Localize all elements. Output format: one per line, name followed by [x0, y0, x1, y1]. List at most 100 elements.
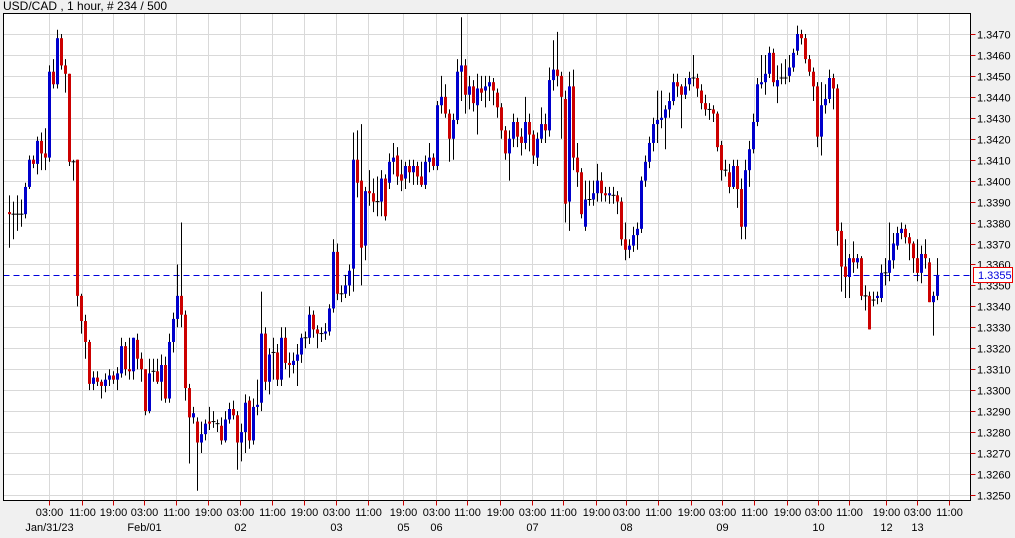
- date-label: Jan/31/23: [25, 522, 73, 534]
- candle-body-down: [500, 107, 503, 131]
- candle-body-down: [40, 140, 43, 154]
- candle-body-down: [704, 103, 707, 110]
- candle-body-down: [520, 136, 523, 143]
- candle-body-down: [52, 71, 55, 85]
- candle-body-up: [664, 109, 667, 118]
- candlestick-chart[interactable]: 1.3250 1.3260 1.3270 1.3280 1.3290 1.3300 1.33…: [0, 0, 1015, 538]
- candle-body-up: [536, 138, 539, 158]
- candle-body-down: [624, 239, 627, 250]
- candle-body-up: [328, 308, 331, 332]
- candle-body-up: [132, 337, 135, 372]
- candle-body-up: [900, 228, 903, 234]
- candle-body-down: [444, 96, 447, 114]
- candle-body-down: [844, 266, 847, 278]
- candle-body-down: [580, 172, 583, 215]
- candle-body-down: [184, 314, 187, 389]
- candle-body-up: [596, 180, 599, 194]
- candle-body-down: [288, 362, 291, 366]
- candle-body-up: [568, 86, 571, 202]
- candle-body-up: [660, 117, 663, 120]
- candle-body-up: [388, 161, 391, 183]
- candle-body-up: [168, 341, 171, 399]
- date-label: 02: [234, 522, 246, 534]
- candle: [336, 243, 339, 301]
- candle-body-down: [736, 165, 739, 190]
- time-tick-label: 03:00: [613, 507, 641, 519]
- candle-body-up: [148, 373, 151, 412]
- candle-body-down: [464, 65, 467, 95]
- time-tick-label: 11:00: [550, 507, 577, 519]
- price-tick-label: 1.3250: [977, 491, 1011, 503]
- candle-body-down: [136, 339, 139, 359]
- time-tick-label: 19:00: [100, 507, 128, 519]
- candle: [68, 73, 71, 166]
- candle-body-down: [816, 86, 819, 137]
- candle-body-down: [276, 352, 279, 380]
- candle: [620, 197, 623, 246]
- candle-body-down: [772, 52, 775, 83]
- candle-body-down: [728, 172, 731, 187]
- candle-body-up: [856, 258, 859, 263]
- time-tick-label: 11:00: [69, 507, 96, 519]
- date-label: 13: [911, 522, 923, 534]
- price-tick-label: 1.3270: [977, 449, 1011, 461]
- time-tick-label: 03:00: [904, 507, 932, 519]
- candle-body-down: [124, 346, 127, 370]
- candle-body-up: [424, 161, 427, 185]
- candle-body-up: [452, 119, 455, 139]
- time-tick-label: 03:00: [227, 507, 255, 519]
- candle-body-down: [504, 130, 507, 154]
- candle-body-up: [108, 375, 111, 380]
- candle-body-down: [528, 121, 531, 135]
- time-tick-label: 03:00: [709, 507, 737, 519]
- candle-body-down: [516, 121, 519, 137]
- candle-body-up: [688, 77, 691, 85]
- candle-body-up: [240, 432, 243, 443]
- candle-body-up: [300, 337, 303, 355]
- time-tick-label: 11:00: [454, 507, 481, 519]
- candle: [184, 310, 187, 401]
- candle-body-up: [684, 86, 687, 95]
- candle-body-up: [656, 119, 659, 125]
- candle-body-up: [468, 86, 471, 95]
- candle-body-up: [748, 149, 751, 171]
- time-tick-label: 19:00: [390, 507, 418, 519]
- time-tick-label: 03:00: [423, 507, 451, 519]
- candle-body-up: [172, 318, 175, 342]
- candle-body-down: [64, 65, 67, 74]
- candle: [868, 291, 871, 330]
- candle-body-up: [484, 86, 487, 91]
- candle-body-down: [8, 212, 11, 215]
- candle-body-up: [820, 105, 823, 137]
- candle-body-up: [608, 193, 611, 196]
- current-price-value: 1.3355: [978, 270, 1012, 282]
- candle-body-down: [480, 88, 483, 93]
- time-tick-label: 11:00: [741, 507, 768, 519]
- time-axis[interactable]: 03:00Jan/31/2311:00 19:00 03:00Feb/0111:00…: [25, 500, 963, 535]
- candle-body-up: [392, 157, 395, 162]
- price-tick-label: 1.3310: [977, 365, 1011, 377]
- candle-body-down: [804, 38, 807, 60]
- time-tick-label: 19:00: [873, 507, 901, 519]
- candle-body-up: [176, 295, 179, 319]
- candle: [60, 34, 63, 70]
- candle-body-up: [732, 165, 735, 187]
- candle-body-down: [248, 400, 251, 441]
- time-tick-label: 03:00: [131, 507, 159, 519]
- candle-body-up: [364, 191, 367, 246]
- candle-body-up: [252, 406, 255, 441]
- candle-body-up: [796, 34, 799, 51]
- candle-body-down: [680, 86, 683, 95]
- candle-body-down: [408, 165, 411, 173]
- price-tick-label: 1.3390: [977, 198, 1011, 210]
- candle-body-down: [336, 251, 339, 294]
- candle-body-down: [616, 195, 619, 202]
- candle-body-down: [600, 180, 603, 194]
- price-axis[interactable]: 1.3250 1.3260 1.3270 1.3280 1.3290 1.3300 1.33…: [970, 30, 1011, 503]
- price-tick-label: 1.3280: [977, 428, 1011, 440]
- candle-body-up: [280, 337, 283, 380]
- candle-body-down: [836, 88, 839, 231]
- candle-body-up: [668, 101, 671, 110]
- candle-body-up: [776, 80, 779, 87]
- candle-body-up: [404, 165, 407, 179]
